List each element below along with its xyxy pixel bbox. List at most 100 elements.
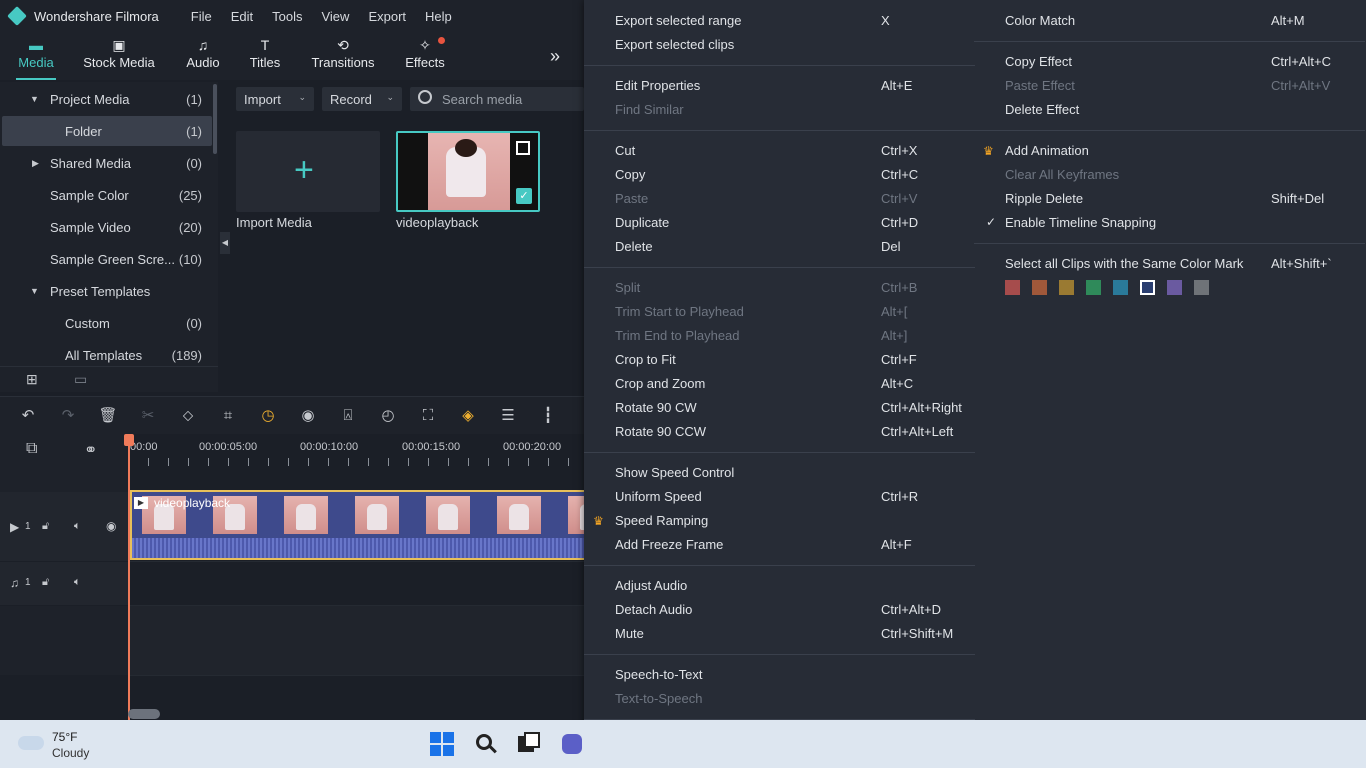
sidebar-item-sample-green-screen[interactable]: Sample Green Scre... (10) bbox=[2, 244, 212, 274]
menu-view[interactable]: View bbox=[321, 9, 349, 24]
color-mark-swatch-6[interactable] bbox=[1140, 280, 1155, 295]
keyframe-icon[interactable]: ◈ bbox=[458, 406, 478, 426]
lock-icon[interactable]: 🔓︎ bbox=[42, 520, 49, 533]
green-screen-icon[interactable]: ⍓ bbox=[338, 406, 358, 426]
task-view-icon[interactable] bbox=[518, 732, 542, 756]
menu-item-edit-properties[interactable]: Edit Properties Alt+E bbox=[615, 74, 965, 98]
tab-titles[interactable]: T Titles bbox=[246, 32, 284, 80]
crop-icon[interactable]: ⌗ bbox=[218, 406, 238, 426]
menu-item-cut[interactable]: Cut Ctrl+X bbox=[615, 139, 965, 163]
adjust-icon[interactable]: ☰ bbox=[498, 406, 518, 426]
menu-item-select-all-clips-with-the-same-color-mark[interactable]: Select all Clips with the Same Color Mar… bbox=[1005, 252, 1355, 276]
search-input[interactable]: Search media bbox=[410, 87, 584, 111]
fullscreen-icon[interactable]: ⛶ bbox=[418, 406, 438, 426]
sidebar-item-shared-media[interactable]: ▶ Shared Media (0) bbox=[2, 148, 212, 178]
menu-item-trim-end-to-playhead[interactable]: Trim End to Playhead Alt+] bbox=[615, 324, 965, 348]
menu-item-split[interactable]: Split Ctrl+B bbox=[615, 276, 965, 300]
menu-item-copy[interactable]: Copy Ctrl+C bbox=[615, 163, 965, 187]
menu-item-paste[interactable]: Paste Ctrl+V bbox=[615, 187, 965, 211]
menu-item-enable-timeline-snapping[interactable]: Enable Timeline Snapping bbox=[1005, 211, 1355, 235]
volume-icon[interactable]: 🔈︎ bbox=[74, 520, 81, 533]
video-thumbnail[interactable]: ✓ bbox=[396, 131, 540, 212]
menu-item-color-match[interactable]: Color Match Alt+M bbox=[1005, 9, 1355, 33]
menu-help[interactable]: Help bbox=[425, 9, 452, 24]
menu-item-show-speed-control[interactable]: Show Speed Control bbox=[615, 461, 965, 485]
import-media-tile[interactable]: + bbox=[236, 131, 380, 212]
undo-icon[interactable]: ↶ bbox=[18, 406, 38, 426]
teams-chat-icon[interactable] bbox=[562, 732, 582, 756]
speed-icon[interactable]: ◷ bbox=[258, 406, 278, 426]
menu-item-adjust-audio[interactable]: Adjust Audio bbox=[615, 574, 965, 598]
import-dropdown[interactable]: Import ⌄ bbox=[236, 87, 314, 111]
folder-icon[interactable]: ▭ bbox=[74, 371, 87, 388]
duration-icon[interactable]: ◴ bbox=[378, 406, 398, 426]
tab-media[interactable]: ▬ Media bbox=[12, 32, 60, 80]
menu-item-uniform-speed[interactable]: Uniform Speed Ctrl+R bbox=[615, 485, 965, 509]
menu-item-clear-all-keyframes[interactable]: Clear All Keyframes bbox=[1005, 163, 1355, 187]
tag-icon[interactable]: ⬦ bbox=[178, 406, 198, 426]
menu-item-find-similar[interactable]: Find Similar bbox=[615, 98, 965, 122]
sidebar-item-project-media[interactable]: ▼ Project Media (1) bbox=[2, 84, 212, 114]
menu-item-export-selected-range[interactable]: Export selected range X bbox=[615, 9, 965, 33]
redo-icon[interactable]: ↷ bbox=[58, 406, 78, 426]
timeline-scrollbar[interactable] bbox=[128, 709, 160, 719]
volume-icon[interactable]: 🔈︎ bbox=[74, 576, 81, 589]
menu-item-rotate-90-ccw[interactable]: Rotate 90 CCW Ctrl+Alt+Left bbox=[615, 420, 965, 444]
menu-item-crop-to-fit[interactable]: Crop to Fit Ctrl+F bbox=[615, 348, 965, 372]
sidebar-item-preset-templates[interactable]: ▼ Preset Templates bbox=[2, 276, 212, 306]
link-icon[interactable]: ⚭ bbox=[84, 440, 97, 460]
menu-item-duplicate[interactable]: Duplicate Ctrl+D bbox=[615, 211, 965, 235]
tab-transitions[interactable]: ⟲ Transitions bbox=[310, 32, 376, 80]
collapse-left-icon[interactable]: ◀ bbox=[220, 232, 230, 254]
menu-item-rotate-90-cw[interactable]: Rotate 90 CW Ctrl+Alt+Right bbox=[615, 396, 965, 420]
color-mark-swatch-4[interactable] bbox=[1086, 280, 1101, 295]
color-icon[interactable]: ◉ bbox=[298, 406, 318, 426]
record-dropdown[interactable]: Record ⌄ bbox=[322, 87, 402, 111]
playhead[interactable] bbox=[128, 434, 130, 720]
cut-icon[interactable]: ✂ bbox=[138, 406, 158, 426]
tab-audio[interactable]: ♫ Audio bbox=[182, 32, 224, 80]
playhead-handle[interactable] bbox=[124, 434, 134, 446]
eye-icon[interactable]: ◉ bbox=[106, 519, 116, 533]
menu-item-copy-effect[interactable]: Copy Effect Ctrl+Alt+C bbox=[1005, 50, 1355, 74]
search-icon[interactable] bbox=[474, 732, 498, 756]
menu-export[interactable]: Export bbox=[368, 9, 406, 24]
sidebar-item-custom[interactable]: Custom (0) bbox=[2, 308, 212, 338]
sidebar-item-sample-color[interactable]: Sample Color (25) bbox=[2, 180, 212, 210]
tab-stock-media[interactable]: ▣ Stock Media bbox=[82, 32, 156, 80]
add-track-icon[interactable]: ⧉ bbox=[26, 440, 37, 458]
audio-wave-icon[interactable]: ┇ bbox=[538, 406, 558, 426]
menu-item-add-freeze-frame[interactable]: Add Freeze Frame Alt+F bbox=[615, 533, 965, 557]
menu-item-text-to-speech[interactable]: Text-to-Speech bbox=[615, 687, 965, 711]
color-mark-swatch-3[interactable] bbox=[1059, 280, 1074, 295]
menu-item-detach-audio[interactable]: Detach Audio Ctrl+Alt+D bbox=[615, 598, 965, 622]
menu-item-crop-and-zoom[interactable]: Crop and Zoom Alt+C bbox=[615, 372, 965, 396]
menu-item-speech-to-text[interactable]: Speech-to-Text bbox=[615, 663, 965, 687]
new-folder-icon[interactable]: ⊞ bbox=[26, 371, 38, 388]
menu-item-delete[interactable]: Delete Del bbox=[615, 235, 965, 259]
windows-start-icon[interactable] bbox=[430, 732, 454, 756]
audio-track-lane[interactable] bbox=[128, 562, 584, 606]
menu-file[interactable]: File bbox=[191, 9, 212, 24]
timeline-ruler[interactable]: 00:00 00:00:05:00 00:00:10:00 00:00:15:0… bbox=[128, 434, 584, 468]
color-mark-swatch-8[interactable] bbox=[1194, 280, 1209, 295]
color-mark-swatch-2[interactable] bbox=[1032, 280, 1047, 295]
menu-item-speed-ramping[interactable]: Speed Ramping bbox=[615, 509, 965, 533]
delete-icon[interactable]: 🗑 bbox=[98, 406, 118, 426]
color-mark-swatch-7[interactable] bbox=[1167, 280, 1182, 295]
menu-item-mute[interactable]: Mute Ctrl+Shift+M bbox=[615, 622, 965, 646]
menu-item-ripple-delete[interactable]: Ripple Delete Shift+Del bbox=[1005, 187, 1355, 211]
more-tabs-icon[interactable]: » bbox=[550, 46, 560, 67]
lock-icon[interactable]: 🔓︎ bbox=[42, 576, 49, 589]
menu-item-paste-effect[interactable]: Paste Effect Ctrl+Alt+V bbox=[1005, 74, 1355, 98]
menu-item-trim-start-to-playhead[interactable]: Trim Start to Playhead Alt+[ bbox=[615, 300, 965, 324]
menu-item-delete-effect[interactable]: Delete Effect bbox=[1005, 98, 1355, 122]
menu-item-export-selected-clips[interactable]: Export selected clips bbox=[615, 33, 965, 57]
menu-tools[interactable]: Tools bbox=[272, 9, 302, 24]
sidebar-scrollbar[interactable] bbox=[213, 84, 217, 154]
sidebar-item-folder[interactable]: Folder (1) bbox=[2, 116, 212, 146]
color-mark-swatch-5[interactable] bbox=[1113, 280, 1128, 295]
sidebar-item-sample-video[interactable]: Sample Video (20) bbox=[2, 212, 212, 242]
menu-edit[interactable]: Edit bbox=[231, 9, 253, 24]
menu-item-add-animation[interactable]: Add Animation bbox=[1005, 139, 1355, 163]
